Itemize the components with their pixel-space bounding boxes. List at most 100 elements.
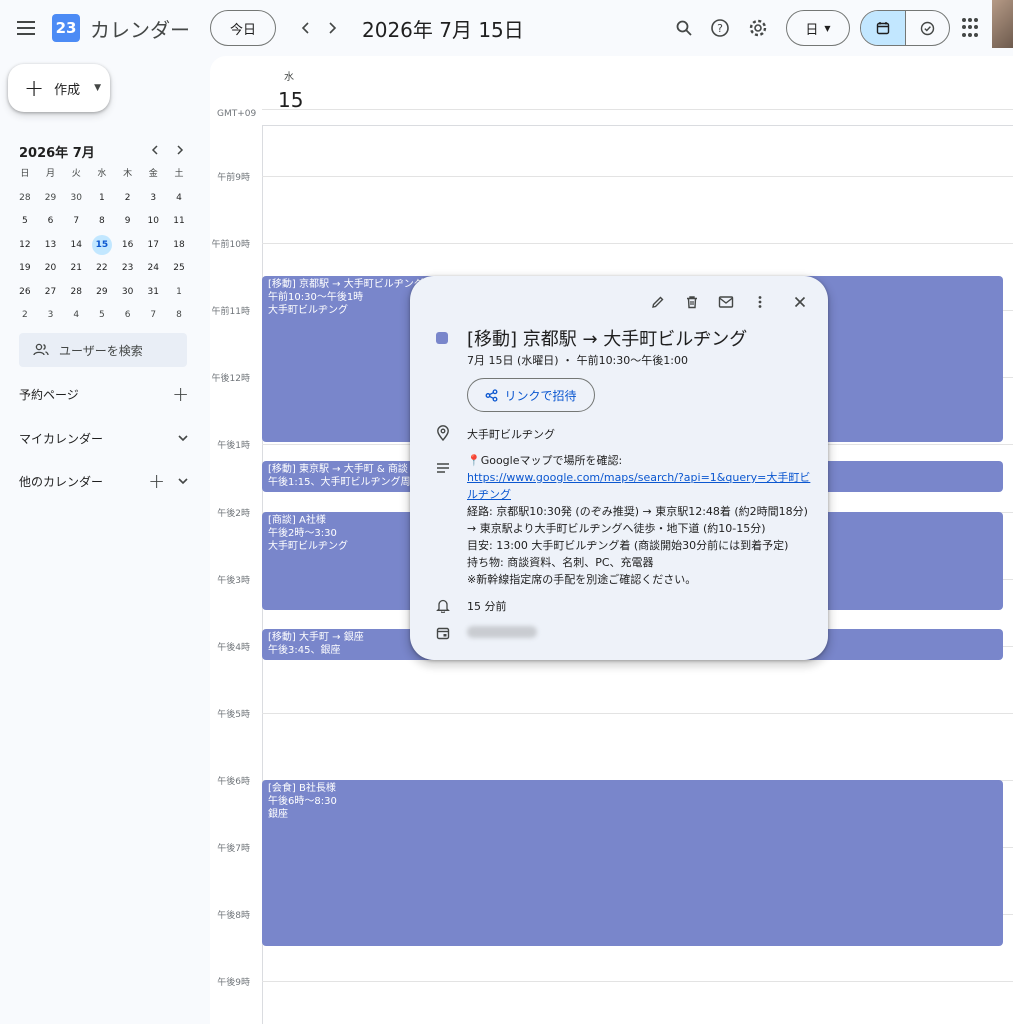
apps-icon[interactable] [962, 18, 982, 38]
mini-calendar-day[interactable]: 7 [63, 210, 89, 234]
mini-calendar-day[interactable]: 16 [115, 234, 141, 258]
hour-label: 午後4時 [217, 642, 250, 653]
mini-calendar-day[interactable]: 28 [63, 281, 89, 305]
mini-calendar-day[interactable]: 8 [166, 304, 192, 328]
mini-calendar-day[interactable]: 1 [166, 281, 192, 305]
mini-calendar-week: 28 29 30 1 2 3 4 [12, 187, 192, 211]
help-icon[interactable]: ? [708, 16, 732, 40]
invite-link-label: リンクで招待 [504, 388, 577, 403]
event-time: 午後6時～8:30 [268, 796, 337, 807]
invite-link-button[interactable]: リンクで招待 [467, 378, 595, 412]
event-reminder: 15 分前 [467, 600, 507, 613]
mini-calendar: 日月火水木金土 28 29 30 1 2 3 4 5 6 7 8 9 10 11 12 13 14 15 16 17 18… [12, 163, 192, 328]
avatar[interactable] [992, 0, 1013, 48]
mini-calendar-day[interactable]: 3 [38, 304, 64, 328]
today-button[interactable]: 今日 [210, 10, 276, 46]
mini-weekday-header: 木 [123, 169, 133, 179]
event-location: 大手町ビルヂング [467, 428, 555, 441]
booking-pages-section[interactable]: 予約ページ + [19, 382, 189, 406]
view-toggle-group [860, 10, 950, 46]
close-icon[interactable] [788, 290, 812, 314]
plus-icon: + [24, 74, 45, 102]
mini-calendar-day[interactable]: 17 [140, 234, 166, 258]
mini-calendar-day[interactable]: 2 [12, 304, 38, 328]
search-people-field[interactable]: ユーザーを検索 [19, 333, 187, 367]
hour-line [262, 981, 1013, 983]
mini-calendar-day[interactable]: 15 [89, 234, 115, 258]
chevron-left-icon[interactable] [294, 16, 318, 40]
mini-calendar-weekdays: 日月火水木金土 [12, 163, 192, 187]
mini-calendar-day[interactable]: 6 [115, 304, 141, 328]
mini-calendar-day[interactable]: 18 [166, 234, 192, 258]
bell-icon [434, 596, 452, 614]
mini-calendar-day[interactable]: 25 [166, 257, 192, 281]
calendar-event[interactable]: [会食] B社長様 午後6時～8:30 銀座 [262, 780, 1003, 946]
mini-calendar-day[interactable]: 5 [12, 210, 38, 234]
calendar-icon [876, 22, 889, 35]
mini-calendar-day[interactable]: 3 [140, 187, 166, 211]
tasks-view-toggle[interactable] [904, 11, 950, 45]
hour-label: 午後6時 [217, 776, 250, 787]
svg-text:?: ? [717, 22, 723, 35]
create-button[interactable]: + 作成 ▼ [8, 64, 110, 112]
more-options-icon[interactable] [748, 290, 772, 314]
calendar-logo[interactable]: 23 [52, 14, 80, 42]
mini-calendar-day[interactable]: 11 [166, 210, 192, 234]
mini-calendar-day[interactable]: 26 [12, 281, 38, 305]
hour-label: 午後8時 [217, 911, 250, 922]
mini-calendar-day[interactable]: 8 [89, 210, 115, 234]
mini-calendar-day[interactable]: 12 [12, 234, 38, 258]
view-label: 日 [805, 22, 819, 38]
mini-calendar-day[interactable]: 14 [63, 234, 89, 258]
mini-calendar-day[interactable]: 29 [38, 187, 64, 211]
add-icon[interactable]: + [172, 382, 189, 406]
delete-icon[interactable] [680, 290, 704, 314]
mini-calendar-day[interactable]: 31 [140, 281, 166, 305]
hour-label: 午後9時 [217, 978, 250, 989]
mini-calendar-day[interactable]: 30 [63, 187, 89, 211]
event-datetime: 7月 15日 (水曜日) ・ 午前10:30～午後1:00 [467, 354, 688, 367]
chevron-right-icon[interactable] [320, 16, 344, 40]
mini-prev-month-icon[interactable] [145, 140, 165, 160]
email-icon[interactable] [714, 290, 738, 314]
mini-calendar-day[interactable]: 4 [63, 304, 89, 328]
mini-calendar-day[interactable]: 4 [166, 187, 192, 211]
mini-calendar-day[interactable]: 19 [12, 257, 38, 281]
mini-calendar-day[interactable]: 9 [115, 210, 141, 234]
mini-calendar-day[interactable]: 10 [140, 210, 166, 234]
mini-calendar-day[interactable]: 2 [115, 187, 141, 211]
mini-calendar-day[interactable]: 27 [38, 281, 64, 305]
mini-calendar-day[interactable]: 1 [89, 187, 115, 211]
mini-calendar-day[interactable]: 23 [115, 257, 141, 281]
add-icon[interactable]: + [148, 469, 165, 493]
mini-calendar-day[interactable]: 29 [89, 281, 115, 305]
edit-icon[interactable] [646, 290, 670, 314]
mini-calendar-title: 2026年 7月 [19, 146, 95, 161]
mini-calendar-day[interactable]: 5 [89, 304, 115, 328]
maps-link[interactable]: https://www.google.com/maps/search/?api=… [467, 471, 810, 501]
mini-calendar-day[interactable]: 22 [89, 257, 115, 281]
mini-weekday-header: 土 [174, 169, 184, 179]
calendar-view-toggle[interactable] [861, 11, 905, 45]
description-icon [434, 459, 452, 477]
view-selector[interactable]: 日 ▼ [786, 10, 850, 46]
other-calendars-section[interactable]: 他のカレンダー + [19, 469, 189, 493]
description-line: 経路: 京都駅10:30発 (のぞみ推奨) → 東京駅12:48着 (約2時間1… [467, 505, 808, 518]
mini-calendar-day[interactable]: 6 [38, 210, 64, 234]
caret-down-icon: ▼ [94, 83, 102, 93]
settings-icon[interactable] [746, 16, 770, 40]
mini-calendar-day[interactable]: 28 [12, 187, 38, 211]
mini-calendar-day[interactable]: 24 [140, 257, 166, 281]
mini-calendar-day[interactable]: 20 [38, 257, 64, 281]
mini-calendar-day[interactable]: 13 [38, 234, 64, 258]
my-calendars-section[interactable]: マイカレンダー [19, 426, 189, 450]
chevron-down-icon[interactable] [177, 432, 189, 444]
chevron-down-icon[interactable] [177, 475, 189, 487]
mini-calendar-day[interactable]: 21 [63, 257, 89, 281]
mini-next-month-icon[interactable] [170, 140, 190, 160]
menu-icon[interactable] [14, 16, 38, 40]
timezone-label: GMT+09 [217, 109, 257, 119]
search-icon[interactable] [672, 16, 696, 40]
mini-calendar-day[interactable]: 7 [140, 304, 166, 328]
mini-calendar-day[interactable]: 30 [115, 281, 141, 305]
